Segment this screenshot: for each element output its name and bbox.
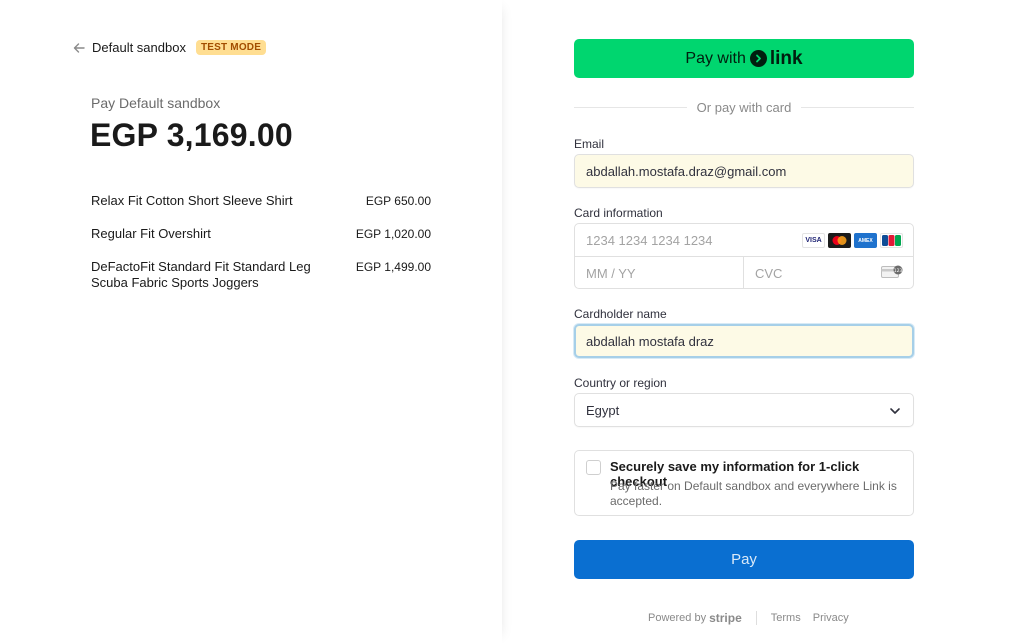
privacy-link[interactable]: Privacy [813, 612, 849, 624]
link-word: link [769, 47, 803, 69]
line-item-name: DeFactoFit Standard Fit Standard Leg Scu… [91, 259, 311, 290]
country-label: Country or region [574, 376, 667, 390]
pay-button[interactable]: Pay [574, 540, 914, 579]
line-item: Regular Fit Overshirt EGP 1,020.00 [91, 226, 431, 242]
cvc-placeholder: CVC [755, 265, 783, 281]
jcb-icon [880, 233, 903, 248]
stripe-logo[interactable]: stripe [709, 611, 742, 625]
country-value: Egypt [586, 402, 620, 418]
cvc-card-icon: 123 [881, 265, 903, 279]
chevron-right-icon [749, 50, 767, 67]
mastercard-icon [828, 233, 851, 248]
line-item: DeFactoFit Standard Fit Standard Leg Scu… [91, 259, 431, 291]
link-button-prefix: Pay with [685, 49, 746, 67]
back-link[interactable]: Default sandbox TEST MODE [72, 40, 267, 55]
expiry-placeholder: MM / YY [586, 265, 636, 281]
line-item-price: EGP 650.00 [365, 194, 431, 208]
email-label: Email [574, 137, 605, 151]
powered-by-text: Powered by [648, 612, 707, 624]
line-item-name: Regular Fit Overshirt [91, 226, 211, 241]
card-info-label: Card information [574, 206, 663, 220]
save-info-box: Securely save my information for 1-click… [574, 450, 914, 516]
arrow-left-icon [72, 41, 86, 55]
card-number-placeholder: 1234 1234 1234 1234 [586, 232, 713, 248]
link-logo: link [749, 47, 803, 70]
line-item-price: EGP 1,020.00 [355, 227, 431, 241]
payment-panel: Pay with link Or pay with card Email abd… [502, 0, 1024, 643]
line-item-price: EGP 1,499.00 [355, 260, 431, 274]
card-info-group: 1234 1234 1234 1234 VISA AMEX MM / YY CV… [574, 223, 914, 289]
divider-line [574, 107, 687, 108]
email-value: abdallah.mostafa.draz@gmail.com [586, 163, 787, 179]
cardholder-name-field[interactable]: abdallah mostafa draz [574, 324, 914, 358]
divider-text: Or pay with card [696, 100, 792, 115]
footer-separator [755, 611, 757, 625]
divider-line [801, 107, 914, 108]
save-info-checkbox[interactable] [586, 460, 601, 475]
total-amount: EGP 3,169.00 [90, 117, 293, 153]
merchant-name[interactable]: Default sandbox [92, 40, 186, 55]
save-info-description: Pay faster on Default sandbox and everyw… [610, 479, 897, 508]
order-summary-panel: Default sandbox TEST MODE Pay Default sa… [0, 0, 502, 643]
pay-merchant-label: Pay Default sandbox [91, 95, 221, 111]
cvc-input[interactable]: CVC 123 [744, 257, 913, 289]
amex-icon: AMEX [854, 233, 877, 248]
pay-with-link-button[interactable]: Pay with link [574, 39, 914, 78]
expiry-input[interactable]: MM / YY [575, 257, 744, 289]
line-item-name: Relax Fit Cotton Short Sleeve Shirt [91, 193, 293, 208]
test-mode-badge: TEST MODE [195, 40, 267, 55]
card-brand-icons: VISA AMEX [802, 233, 903, 248]
svg-text:123: 123 [894, 268, 903, 274]
cardholder-label: Cardholder name [574, 307, 667, 321]
cardholder-value: abdallah mostafa draz [586, 333, 714, 349]
line-items: Relax Fit Cotton Short Sleeve Shirt EGP … [91, 193, 431, 308]
line-item: Relax Fit Cotton Short Sleeve Shirt EGP … [91, 193, 431, 209]
or-divider: Or pay with card [574, 100, 914, 115]
terms-link[interactable]: Terms [771, 612, 801, 624]
footer: Powered by stripe Terms Privacy [648, 611, 861, 625]
visa-icon: VISA [802, 233, 825, 248]
email-field[interactable]: abdallah.mostafa.draz@gmail.com [574, 154, 914, 188]
country-select[interactable]: Egypt [574, 393, 914, 427]
chevron-down-icon [889, 405, 901, 417]
